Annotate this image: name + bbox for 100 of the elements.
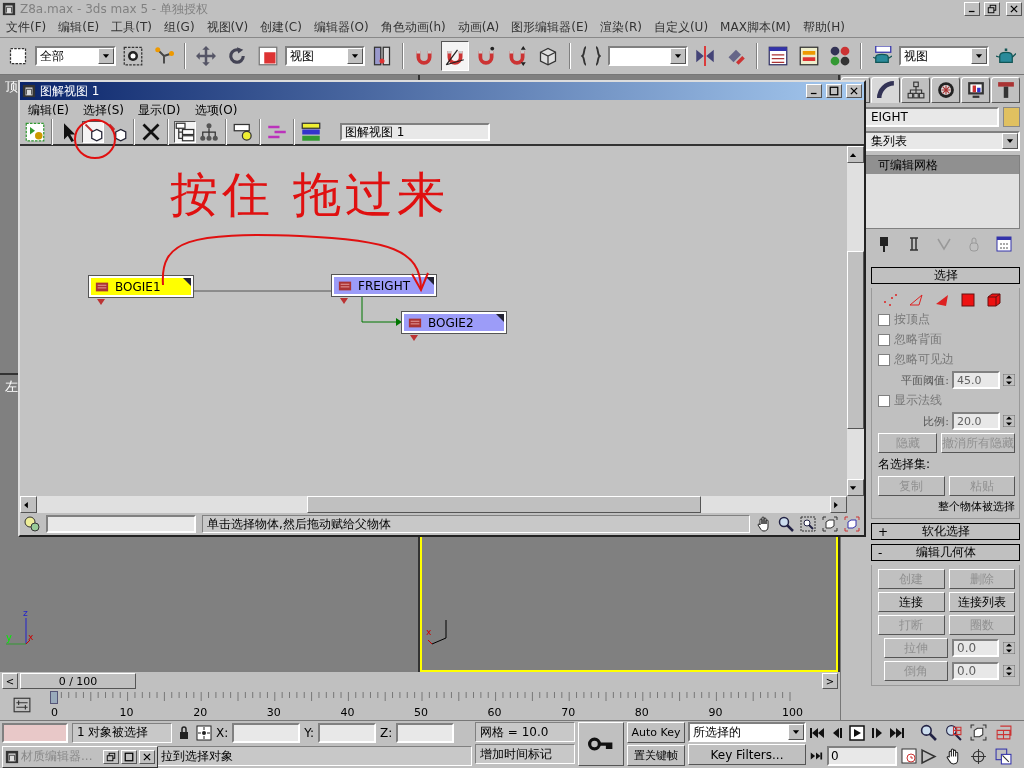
menu-item[interactable]: 编辑器(O) [313,19,369,36]
scrollbar-thumb[interactable] [307,496,701,513]
menu-item[interactable]: 显示(D) [137,101,181,119]
menu-item[interactable]: 渲染(R) [600,19,642,36]
view-dropdown[interactable]: 视图 [284,46,366,66]
search-field[interactable] [46,515,196,533]
view-dropdown[interactable] [607,46,688,66]
menu-item[interactable]: MAX脚本(M) [720,19,791,36]
configure-icon[interactable] [996,236,1012,252]
expand-triangle-icon[interactable] [340,298,348,304]
spheres-search-icon[interactable] [24,516,40,532]
menu-item[interactable]: 动画(A) [457,19,500,36]
hierarchy-tree-tab[interactable] [901,77,930,103]
time-config-icon[interactable] [901,748,917,765]
menu-item[interactable]: 编辑(E) [28,101,69,119]
square-icon[interactable] [960,292,976,308]
delete-x-button[interactable] [140,121,162,143]
spinner-arrows-icon[interactable] [1003,665,1015,677]
cube-icon[interactable] [986,292,1002,308]
scrollbar-thumb[interactable] [847,251,864,429]
next-button[interactable]: > [822,673,838,689]
expand-triangle-icon[interactable] [410,335,418,341]
search-icon[interactable] [778,516,794,532]
stacked-bars-button[interactable] [300,121,322,143]
coordinate-field[interactable] [396,722,455,743]
vertex-dots-icon[interactable] [882,292,898,308]
view-dropdown[interactable]: 视图 [899,46,990,66]
zoom-region-icon[interactable] [800,516,816,532]
menu-item[interactable]: 图形编辑器(E) [511,19,589,36]
menu-item[interactable]: 帮助(H) [802,19,845,36]
spinner-arrows-icon[interactable] [1003,374,1015,386]
restore-button[interactable] [103,749,119,764]
link-button[interactable] [82,121,104,143]
play-icon[interactable] [849,724,865,741]
close-button[interactable] [846,84,862,98]
object-color-swatch[interactable] [1003,107,1020,127]
menu-item[interactable]: 角色动画(h) [380,19,446,36]
menu-item[interactable]: 自定义(U) [653,19,709,36]
menu-item[interactable]: 工具(T) [111,19,152,36]
spinner-arrows-icon[interactable] [1003,642,1015,654]
command-button[interactable]: 连接 [878,592,945,612]
close-button[interactable] [1006,2,1022,16]
menu-item[interactable]: 组(G) [163,19,195,36]
scroll-down-button[interactable] [847,479,864,496]
menu-item[interactable]: 视图(V) [206,19,249,36]
zoom-extents-icon[interactable] [822,516,838,532]
scroll-up-button[interactable] [847,146,864,163]
time-slider-thumb[interactable]: 0 / 100 [20,673,136,689]
auto-key-button[interactable]: Auto Key [627,722,685,743]
key-filters-button[interactable]: Key Filters... [688,744,806,765]
set-key-button[interactable] [578,722,624,766]
coordinate-field[interactable] [232,722,301,743]
rollout-header[interactable]: 选择 [871,267,1020,284]
menu-item[interactable]: 创建(C) [260,19,302,36]
view-name-field[interactable]: 图解视图 1 [340,123,490,141]
maximize-button[interactable] [121,749,137,764]
set-key-mode-button[interactable]: 置关键帧 [627,745,685,766]
key-mode-dropdown[interactable]: 所选择的 [688,722,806,742]
minimize-button[interactable] [806,84,822,98]
current-frame-marker[interactable] [50,691,58,704]
minimize-button[interactable] [964,2,980,16]
cone-icon[interactable] [920,747,937,765]
quad-grid-icon[interactable] [995,724,1012,742]
angle-snap-button[interactable] [441,41,470,71]
expand-triangle-icon[interactable] [97,299,105,305]
hammer-tab[interactable] [991,77,1020,103]
maximize-icon[interactable] [995,747,1012,765]
rollout-header[interactable]: + 软化选择 [871,523,1020,540]
menu-item[interactable]: 选择(S) [82,101,124,119]
wheel-tab[interactable] [931,77,960,103]
menu-item[interactable]: 编辑(E) [58,19,100,36]
edge-triangle-icon[interactable] [908,292,924,308]
previous-button[interactable]: < [2,673,18,689]
coordinate-field[interactable] [318,722,377,743]
maximize-button[interactable] [826,84,842,98]
trackbar-config-icon[interactable] [13,696,31,714]
face-triangle-icon[interactable] [934,292,950,308]
restore-button[interactable] [984,2,1000,16]
scroll-left-button[interactable] [20,496,37,513]
arc-tab[interactable] [871,77,900,103]
tree-button[interactable] [198,121,220,143]
display-floater-button[interactable] [24,121,46,143]
search-icon[interactable] [920,724,937,742]
zoom-selected-icon[interactable] [844,516,860,532]
orbit-icon[interactable] [970,747,987,765]
unlink-button[interactable] [106,121,128,143]
spinner-arrows-icon[interactable] [1003,415,1015,427]
grid-zoom-icon[interactable] [945,724,962,742]
filter-light-button[interactable] [232,121,254,143]
frame-field[interactable]: 0 [827,746,897,767]
close-button[interactable] [139,749,155,764]
hierarchy-button[interactable] [174,121,196,143]
view-dropdown[interactable]: 全部 [35,46,116,66]
scroll-right-button[interactable] [830,496,847,513]
crosshair-icon[interactable] [196,724,212,741]
add-time-tag[interactable]: 增加时间标记 [475,744,575,764]
menu-item[interactable]: 选项(O) [194,101,238,119]
menu-item[interactable]: 文件(F) [6,19,47,36]
rollout-header[interactable]: - 编辑几何体 [871,544,1020,561]
monitor-tab[interactable] [961,77,990,103]
